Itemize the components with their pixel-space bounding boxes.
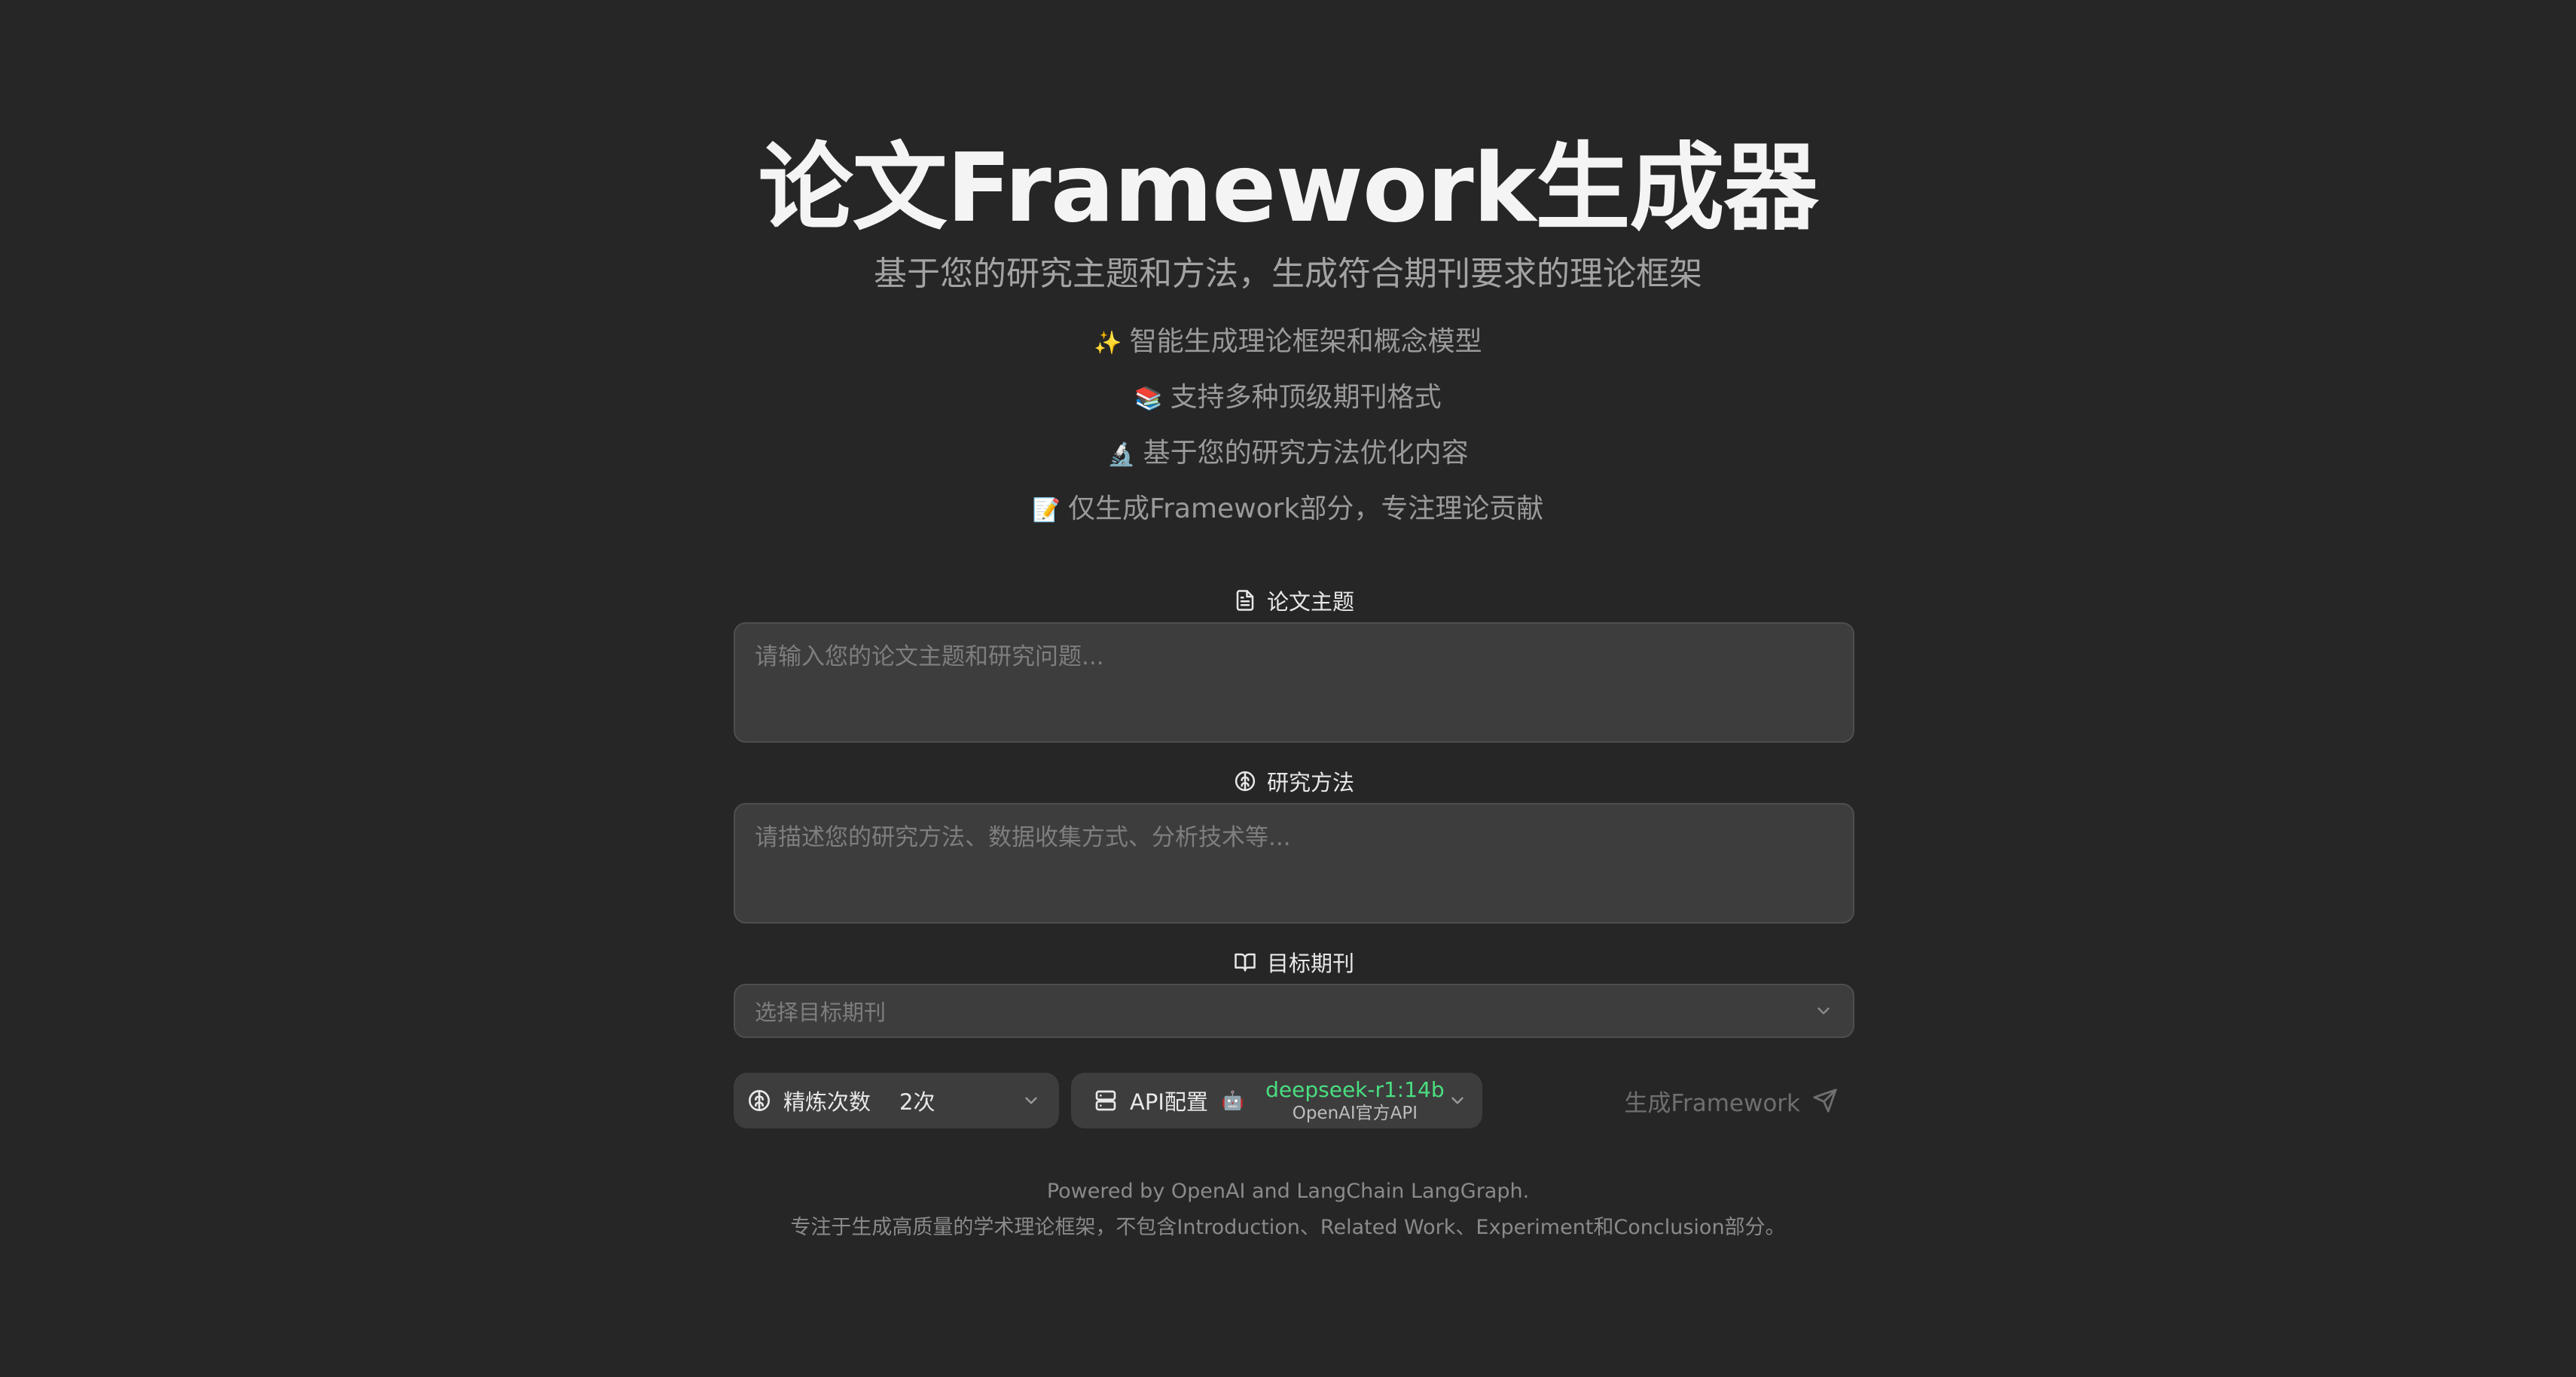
page-subtitle: 基于您的研究主题和方法，生成符合期刊要求的理论框架 — [874, 255, 1702, 293]
chevron-down-icon — [1451, 1097, 1463, 1104]
feature-text: 支持多种顶级期刊格式 — [1170, 382, 1442, 413]
journal-label-text: 目标期刊 — [1266, 951, 1354, 976]
memo-icon: 📝 — [1032, 497, 1061, 524]
model-name: deepseek-r1:14b — [1265, 1077, 1445, 1102]
method-label-text: 研究方法 — [1266, 770, 1354, 795]
feature-text: 智能生成理论框架和概念模型 — [1129, 326, 1482, 357]
books-icon: 📚 — [1134, 386, 1163, 412]
api-config-label: API配置 — [1130, 1089, 1208, 1115]
generate-button[interactable]: 生成Framework — [1624, 1073, 1838, 1128]
hero-section: 论文Framework生成器 基于您的研究主题和方法，生成符合期刊要求的理论框架… — [0, 128, 2576, 538]
topic-input[interactable]: 请输入您的论文主题和研究问题... — [734, 622, 1854, 743]
sparkles-icon: ✨ — [1094, 330, 1122, 356]
api-config-select[interactable]: API配置 🤖 deepseek-r1:14b OpenAI官方API — [1071, 1073, 1482, 1128]
topic-label-text: 论文主题 — [1266, 589, 1354, 615]
server-icon — [1095, 1090, 1116, 1111]
brain-icon — [749, 1090, 770, 1111]
file-text-icon — [1236, 590, 1254, 611]
method-input[interactable]: 请描述您的研究方法、数据收集方式、分析技术等... — [734, 803, 1854, 924]
model-provider: OpenAI官方API — [1292, 1104, 1418, 1123]
journal-select[interactable]: 选择目标期刊 — [734, 984, 1854, 1038]
framework-form: 论文主题 请输入您的论文主题和研究问题... 研究方法 请描述您的研究方法、数据… — [734, 580, 1854, 1128]
send-icon — [1813, 1088, 1837, 1113]
page-title: 论文Framework生成器 — [758, 133, 1819, 243]
footer-note: 专注于生成高质量的学术理论框架，不包含Introduction、Related … — [790, 1216, 1786, 1239]
journal-label: 目标期刊 — [734, 942, 1854, 982]
controls-row: 精炼次数 2次 API配置 🤖 deepseek-r1:14b OpenAI官方 — [734, 1073, 1854, 1128]
iterations-select[interactable]: 精炼次数 2次 — [734, 1073, 1059, 1128]
chevron-down-icon — [1818, 1007, 1830, 1015]
feature-text: 基于您的研究方法优化内容 — [1143, 438, 1469, 469]
feature-list: ✨ 智能生成理论框架和概念模型 📚 支持多种顶级期刊格式 🔬 基于您的研究方法优化内容… — [0, 315, 2576, 538]
journal-select-placeholder: 选择目标期刊 — [755, 1000, 887, 1025]
robot-icon: 🤖 — [1221, 1090, 1244, 1111]
footer-powered-by: Powered by OpenAI and LangChain LangGrap… — [1046, 1180, 1530, 1203]
chevron-down-icon — [1025, 1097, 1037, 1104]
feature-text: 仅生成Framework部分，专注理论贡献 — [1068, 493, 1544, 524]
feature-item: 📚 支持多种顶级期刊格式 — [0, 371, 2576, 426]
feature-item: 📝 仅生成Framework部分，专注理论贡献 — [0, 482, 2576, 538]
model-info: deepseek-r1:14b OpenAI官方API — [1262, 1077, 1448, 1124]
microscope-icon: 🔬 — [1107, 441, 1136, 468]
topic-label: 论文主题 — [734, 580, 1854, 621]
generate-button-label: 生成Framework — [1624, 1089, 1800, 1117]
footer: Powered by OpenAI and LangChain LangGrap… — [0, 1174, 2576, 1246]
feature-item: ✨ 智能生成理论框架和概念模型 — [0, 315, 2576, 371]
book-open-icon — [1235, 953, 1256, 972]
app-page: 论文Framework生成器 基于您的研究主题和方法，生成符合期刊要求的理论框架… — [0, 0, 2576, 1377]
feature-item: 🔬 基于您的研究方法优化内容 — [0, 426, 2576, 482]
method-label: 研究方法 — [734, 761, 1854, 801]
brain-icon — [1235, 771, 1256, 792]
iterations-value: 2次 — [899, 1089, 935, 1115]
iterations-label: 精炼次数 — [783, 1089, 871, 1115]
